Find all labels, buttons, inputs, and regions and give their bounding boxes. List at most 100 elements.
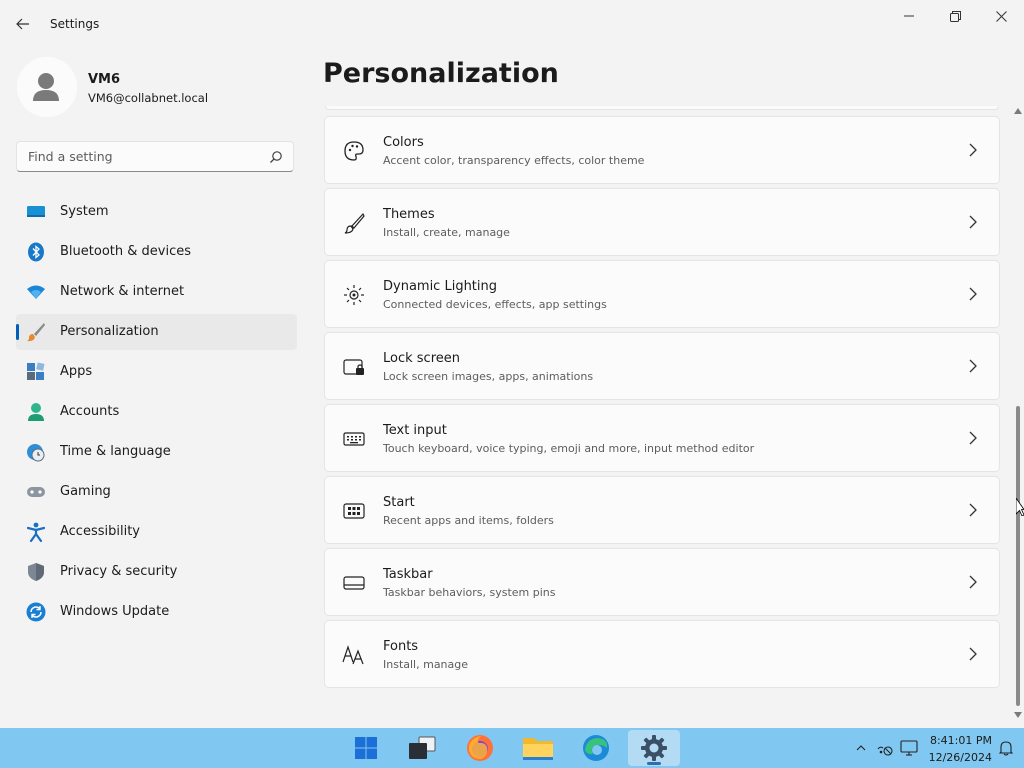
windows-logo-icon bbox=[355, 737, 377, 759]
back-button[interactable] bbox=[8, 10, 38, 38]
card-subtitle: Install, create, manage bbox=[383, 226, 510, 239]
sidebar-item-label: Personalization bbox=[60, 324, 159, 339]
sidebar-item-privacy[interactable]: Privacy & security bbox=[16, 554, 297, 590]
tray-network[interactable] bbox=[874, 728, 896, 768]
sidebar-item-personalization[interactable]: Personalization bbox=[16, 314, 297, 350]
sidebar-item-bluetooth[interactable]: Bluetooth & devices bbox=[16, 234, 297, 270]
sidebar-item-apps[interactable]: Apps bbox=[16, 354, 297, 390]
chevron-right-icon bbox=[969, 215, 977, 229]
sidebar-item-label: Apps bbox=[60, 364, 93, 379]
palette-icon bbox=[342, 139, 366, 163]
taskbar-task-view[interactable] bbox=[396, 730, 448, 766]
title-bar: Settings bbox=[0, 0, 1024, 48]
settings-list: Colors Accent color, transparency effect… bbox=[324, 106, 1000, 728]
card-title: Text input bbox=[383, 423, 447, 438]
account-icon bbox=[26, 402, 46, 422]
taskbar-file-explorer[interactable] bbox=[512, 730, 564, 766]
user-profile[interactable]: VM6 VM6@collabnet.local bbox=[17, 57, 297, 119]
user-name: VM6 bbox=[88, 72, 121, 87]
task-view-icon bbox=[409, 736, 436, 759]
vertical-scrollbar[interactable] bbox=[1012, 104, 1024, 728]
restore-icon bbox=[949, 10, 961, 22]
accessibility-icon bbox=[26, 522, 46, 542]
card-title: Dynamic Lighting bbox=[383, 279, 498, 294]
brush-icon bbox=[342, 211, 366, 235]
bluetooth-icon bbox=[26, 242, 46, 262]
scroll-down-arrow-icon[interactable] bbox=[1014, 712, 1022, 718]
user-avatar-icon bbox=[17, 57, 77, 117]
sidebar-item-label: Network & internet bbox=[60, 284, 185, 299]
active-indicator bbox=[16, 324, 19, 340]
taskbar-clock[interactable]: 8:41:01 PM 12/26/2024 bbox=[920, 732, 992, 766]
taskbar-firefox[interactable] bbox=[454, 730, 506, 766]
time-language-icon bbox=[26, 442, 46, 462]
card-subtitle: Taskbar behaviors, system pins bbox=[383, 586, 556, 599]
sidebar-item-windows-update[interactable]: Windows Update bbox=[16, 594, 297, 630]
start-icon bbox=[342, 499, 366, 523]
sidebar-nav: System Bluetooth & devices Network & int… bbox=[16, 194, 297, 634]
card-subtitle: Install, manage bbox=[383, 658, 469, 671]
wifi-icon bbox=[26, 282, 46, 302]
sidebar-item-label: Gaming bbox=[60, 484, 111, 499]
sidebar-item-label: Windows Update bbox=[60, 604, 170, 619]
settings-icon bbox=[641, 735, 667, 761]
close-icon bbox=[995, 10, 1007, 22]
sidebar-item-system[interactable]: System bbox=[16, 194, 297, 230]
chevron-right-icon bbox=[969, 647, 977, 661]
keyboard-icon bbox=[342, 427, 366, 451]
card-title: Taskbar bbox=[383, 567, 433, 582]
taskbar-settings[interactable] bbox=[628, 730, 680, 766]
scroll-up-arrow-icon[interactable] bbox=[1014, 108, 1022, 114]
taskbar: 8:41:01 PM 12/26/2024 bbox=[0, 728, 1024, 768]
sidebar-item-time-language[interactable]: Time & language bbox=[16, 434, 297, 470]
search-box[interactable] bbox=[16, 141, 294, 172]
sidebar-item-network[interactable]: Network & internet bbox=[16, 274, 297, 310]
brush-icon bbox=[26, 322, 46, 342]
card-themes[interactable]: Themes Install, create, manage bbox=[324, 188, 1000, 256]
sidebar-item-accessibility[interactable]: Accessibility bbox=[16, 514, 297, 550]
firefox-icon bbox=[467, 735, 493, 761]
card-colors[interactable]: Colors Accent color, transparency effect… bbox=[324, 116, 1000, 184]
previous-card-edge bbox=[325, 106, 999, 110]
minimize-button[interactable] bbox=[886, 0, 932, 32]
card-title: Themes bbox=[383, 207, 435, 222]
app-title: Settings bbox=[50, 17, 100, 31]
search-icon[interactable] bbox=[269, 150, 283, 164]
edge-icon bbox=[583, 735, 609, 761]
card-start[interactable]: Start Recent apps and items, folders bbox=[324, 476, 1000, 544]
card-text-input[interactable]: Text input Touch keyboard, voice typing,… bbox=[324, 404, 1000, 472]
card-dynamic-lighting[interactable]: Dynamic Lighting Connected devices, effe… bbox=[324, 260, 1000, 328]
active-app-indicator bbox=[647, 762, 661, 765]
tray-monitor[interactable] bbox=[898, 728, 920, 768]
apps-icon bbox=[26, 362, 46, 382]
maximize-button[interactable] bbox=[932, 0, 978, 32]
notification-button[interactable] bbox=[994, 728, 1018, 768]
card-title: Lock screen bbox=[383, 351, 460, 366]
lighting-icon bbox=[342, 283, 366, 307]
file-explorer-icon bbox=[523, 738, 553, 760]
card-taskbar[interactable]: Taskbar Taskbar behaviors, system pins bbox=[324, 548, 1000, 616]
sidebar-item-label: Accessibility bbox=[60, 524, 140, 539]
taskbar-edge[interactable] bbox=[570, 730, 622, 766]
sidebar-item-label: System bbox=[60, 204, 109, 219]
system-icon bbox=[26, 202, 46, 222]
tray-overflow-button[interactable] bbox=[852, 728, 870, 768]
sidebar-item-gaming[interactable]: Gaming bbox=[16, 474, 297, 510]
card-subtitle: Accent color, transparency effects, colo… bbox=[383, 154, 645, 167]
scroll-thumb[interactable] bbox=[1016, 406, 1020, 706]
gamepad-icon bbox=[26, 482, 46, 502]
sidebar-item-label: Accounts bbox=[60, 404, 120, 419]
page-title: Personalization bbox=[323, 58, 559, 89]
close-button[interactable] bbox=[978, 0, 1024, 32]
fonts-icon bbox=[342, 643, 366, 667]
update-icon bbox=[26, 602, 46, 622]
sidebar-item-label: Privacy & security bbox=[60, 564, 178, 579]
chevron-right-icon bbox=[969, 503, 977, 517]
card-fonts[interactable]: Fonts Install, manage bbox=[324, 620, 1000, 688]
notification-bell-icon bbox=[999, 741, 1013, 756]
sidebar-item-accounts[interactable]: Accounts bbox=[16, 394, 297, 430]
search-input[interactable] bbox=[26, 148, 260, 165]
card-title: Start bbox=[383, 495, 415, 510]
card-lock-screen[interactable]: Lock screen Lock screen images, apps, an… bbox=[324, 332, 1000, 400]
taskbar-start-button[interactable] bbox=[340, 730, 392, 766]
